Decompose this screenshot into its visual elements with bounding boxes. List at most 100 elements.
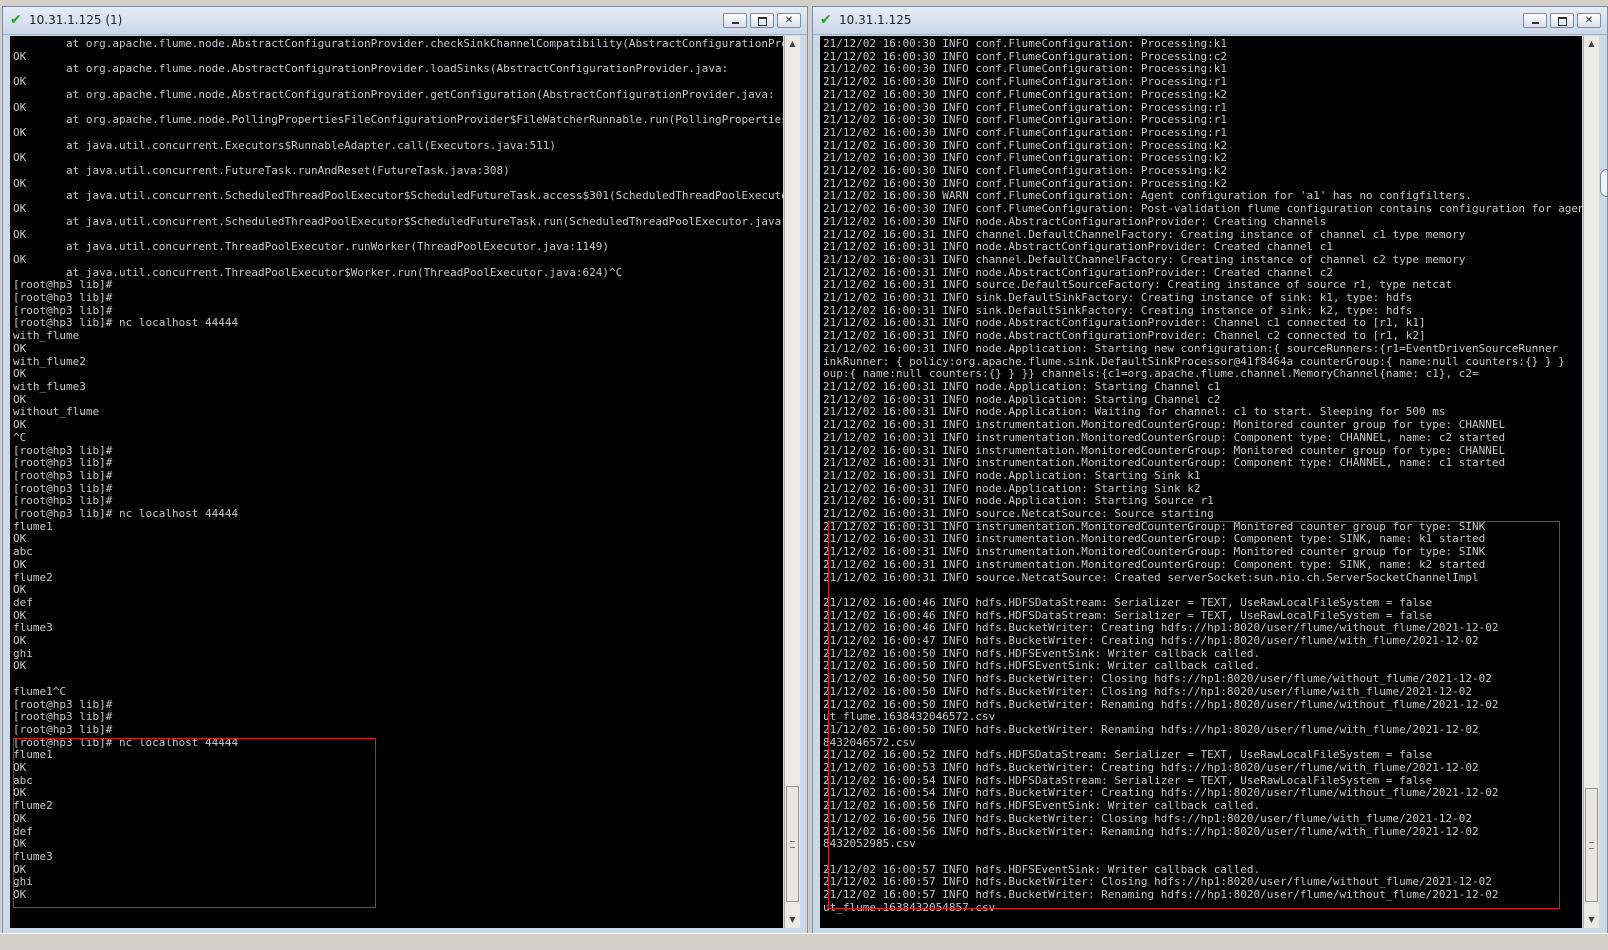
terminal-line: [root@hp3 lib]# nc localhost 44444 xyxy=(13,316,239,330)
window-controls: ✕ xyxy=(723,13,801,29)
vertical-scrollbar[interactable]: ▲ ▼ xyxy=(784,36,800,928)
terminal-line: at java.util.concurrent.FutureTask.runAn… xyxy=(13,164,510,178)
terminal-line: 21/12/02 16:00:30 INFO node.AbstractConf… xyxy=(823,214,1327,228)
terminal-line: at java.util.concurrent.Executors$Runnab… xyxy=(13,138,557,152)
terminal-line: 21/12/02 16:00:30 INFO conf.FlumeConfigu… xyxy=(823,125,1227,139)
terminal-line: with_flume2 xyxy=(13,354,86,368)
close-button[interactable]: ✕ xyxy=(777,13,801,28)
minimize-button[interactable] xyxy=(723,13,747,28)
terminal-line: OK xyxy=(13,418,27,432)
terminal-line: 21/12/02 16:00:30 INFO conf.FlumeConfigu… xyxy=(823,164,1227,178)
terminal-line: OK xyxy=(13,583,27,597)
terminal-line: OK xyxy=(13,634,27,648)
terminal-line: abc xyxy=(13,545,33,559)
terminal-window-left[interactable]: ✔ 10.31.1.125 (1) ✕ at org.apache.flume.… xyxy=(2,6,808,934)
terminal-line: 21/12/02 16:00:31 INFO instrumentation.M… xyxy=(823,418,1506,432)
terminal-line: with_flume3 xyxy=(13,379,86,393)
scroll-thumb[interactable] xyxy=(786,786,799,902)
terminal-line: 21/12/02 16:00:31 INFO sink.DefaultSinkF… xyxy=(823,291,1413,305)
terminal-line: at org.apache.flume.node.PollingProperti… xyxy=(13,113,783,127)
terminal-line: 21/12/02 16:00:31 INFO channel.DefaultCh… xyxy=(823,252,1466,266)
bottom-edge xyxy=(0,933,1608,950)
terminal-line: OK xyxy=(13,125,27,139)
scroll-up-icon[interactable]: ▲ xyxy=(1584,36,1599,52)
terminal-line: 21/12/02 16:00:31 INFO source.NetcatSour… xyxy=(823,507,1214,521)
maximize-icon xyxy=(751,14,773,27)
terminal-line: ^C xyxy=(13,430,27,444)
terminal-output[interactable]: at org.apache.flume.node.AbstractConfigu… xyxy=(10,36,783,928)
scroll-up-icon[interactable]: ▲ xyxy=(785,36,800,52)
vertical-scrollbar[interactable]: ▲ ▼ xyxy=(1583,36,1599,928)
terminal-line: OK xyxy=(13,75,27,89)
window-controls: ✕ xyxy=(1523,13,1601,29)
scroll-down-icon[interactable]: ▼ xyxy=(785,912,800,928)
maximize-button[interactable] xyxy=(1550,13,1574,28)
highlight-box xyxy=(13,738,376,908)
scroll-down-icon[interactable]: ▼ xyxy=(1584,912,1599,928)
minimize-icon xyxy=(1524,14,1546,27)
terminal-line: OK xyxy=(13,341,27,355)
terminal-line: [root@hp3 lib]# xyxy=(13,697,113,711)
terminal-line: at java.util.concurrent.ThreadPoolExecut… xyxy=(13,265,623,279)
minimize-button[interactable] xyxy=(1523,13,1547,28)
terminal-line: [root@hp3 lib]# xyxy=(13,456,113,470)
title-bar[interactable]: ✔ 10.31.1.125 (1) ✕ xyxy=(3,7,807,35)
terminal-line: without_flume xyxy=(13,405,100,419)
terminal-line: OK xyxy=(13,392,27,406)
terminal-line: 21/12/02 16:00:30 INFO conf.FlumeConfigu… xyxy=(823,202,1582,216)
minimize-icon xyxy=(724,14,746,27)
grip-icon xyxy=(1589,842,1594,849)
connected-check-icon: ✔ xyxy=(820,12,832,28)
terminal-line: at java.util.concurrent.ScheduledThreadP… xyxy=(13,189,783,203)
terminal-line: ghi xyxy=(13,646,33,660)
terminal-line: flume2 xyxy=(13,570,53,584)
terminal-line: 21/12/02 16:00:31 INFO instrumentation.M… xyxy=(823,430,1506,444)
window-title: 10.31.1.125 xyxy=(839,13,912,27)
terminal-line: 21/12/02 16:00:31 INFO node.Application:… xyxy=(823,341,1559,355)
scroll-thumb[interactable] xyxy=(1585,788,1598,902)
window-title: 10.31.1.125 (1) xyxy=(29,13,123,27)
terminal-line: OK xyxy=(13,659,27,673)
grip-icon xyxy=(790,841,795,848)
terminal-line: 21/12/02 16:00:31 INFO instrumentation.M… xyxy=(823,456,1506,470)
title-bar[interactable]: ✔ 10.31.1.125 ✕ xyxy=(813,7,1607,35)
terminal-line: 21/12/02 16:00:30 INFO conf.FlumeConfigu… xyxy=(823,75,1227,89)
terminal-line: [root@hp3 lib]# xyxy=(13,481,113,495)
terminal-line: OK xyxy=(13,557,27,571)
maximize-icon xyxy=(1551,14,1573,27)
terminal-line: def xyxy=(13,595,33,609)
close-button[interactable]: ✕ xyxy=(1577,13,1601,28)
terminal-line: 21/12/02 16:00:31 INFO node.AbstractConf… xyxy=(823,329,1426,343)
terminal-line: OK xyxy=(13,608,27,622)
terminal-line: OK xyxy=(13,202,27,216)
terminal-line: OK xyxy=(13,252,27,266)
terminal-line: [root@hp3 lib]# xyxy=(13,291,113,305)
terminal-line: at org.apache.flume.node.AbstractConfigu… xyxy=(13,37,783,50)
terminal-line: [root@hp3 lib]# nc localhost 44444 xyxy=(13,507,239,521)
terminal-line: flume3 xyxy=(13,621,53,635)
maximize-button[interactable] xyxy=(750,13,774,28)
terminal-line: 21/12/02 16:00:30 INFO conf.FlumeConfigu… xyxy=(823,87,1227,101)
terminal-line: 21/12/02 16:00:31 INFO node.Application:… xyxy=(823,468,1201,482)
terminal-line: OK xyxy=(13,532,27,546)
highlight-box xyxy=(828,521,1560,909)
close-icon: ✕ xyxy=(784,15,794,26)
terminal-line: with_flume xyxy=(13,329,80,343)
terminal-line: at org.apache.flume.node.AbstractConfigu… xyxy=(13,62,729,76)
terminal-line: [root@hp3 lib]# xyxy=(13,443,113,457)
terminal-line: flume1^C xyxy=(13,684,66,698)
terminal-line: OK xyxy=(13,367,27,381)
close-icon: ✕ xyxy=(1584,15,1594,26)
side-edge-handle xyxy=(1600,169,1607,197)
terminal-line: flume1 xyxy=(13,519,53,533)
terminal-line: [root@hp3 lib]# xyxy=(13,722,113,736)
terminal-line: at java.util.concurrent.ThreadPoolExecut… xyxy=(13,240,610,254)
terminal-line: [root@hp3 lib]# xyxy=(13,278,113,292)
terminal-output[interactable]: 21/12/02 16:00:30 INFO conf.FlumeConfigu… xyxy=(820,36,1582,928)
terminal-line: [root@hp3 lib]# xyxy=(13,468,113,482)
connected-check-icon: ✔ xyxy=(10,12,22,28)
terminal-line: [root@hp3 lib]# xyxy=(13,710,113,724)
terminal-window-right[interactable]: ✔ 10.31.1.125 ✕ 21/12/02 16:00:30 INFO c… xyxy=(812,6,1608,934)
terminal-line: at org.apache.flume.node.AbstractConfigu… xyxy=(13,87,775,101)
